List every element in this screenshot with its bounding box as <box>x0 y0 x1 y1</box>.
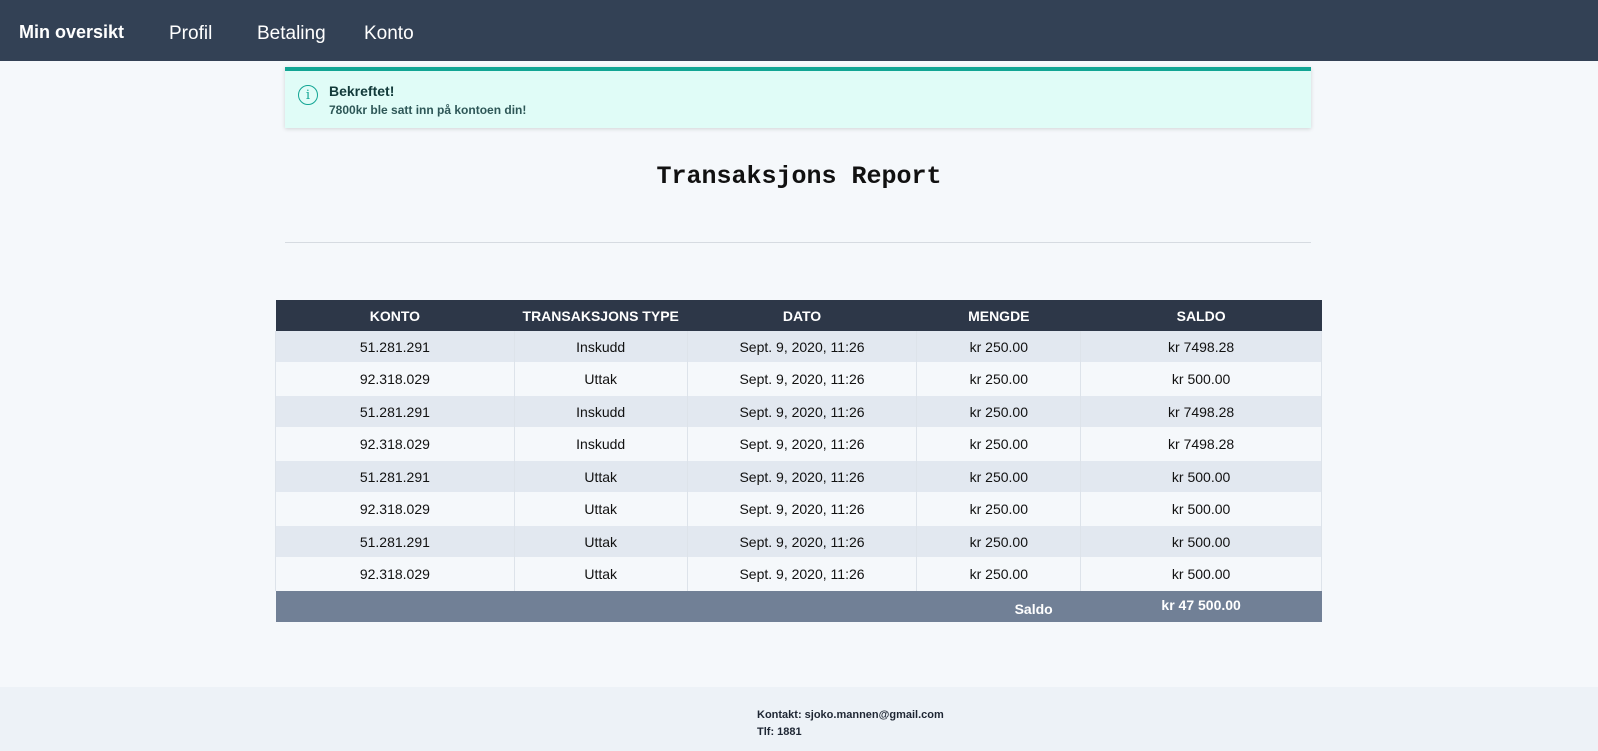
table-row: 51.281.291 Inskudd Sept. 9, 2020, 11:26 kr … <box>275 331 1322 362</box>
cell-dato: Sept. 9, 2020, 11:26 <box>686 461 918 492</box>
top-navbar: Min oversikt Profil Betaling Konto <box>0 0 1598 61</box>
total-row: Saldo kr 47 500.00 <box>275 591 1322 622</box>
cell-mengde: kr 250.00 <box>916 396 1082 427</box>
cell-type: Uttak <box>513 526 688 557</box>
cell-type: Uttak <box>513 557 688 591</box>
table-header: KONTO TRANSAKSJONS TYPE DATO MENGDE SALD… <box>275 300 1322 331</box>
nav-link-betaling[interactable]: Betaling <box>257 23 326 45</box>
cell-dato: Sept. 9, 2020, 11:26 <box>686 557 918 591</box>
cell-mengde: kr 250.00 <box>916 557 1082 591</box>
nav-link-konto[interactable]: Konto <box>364 23 414 45</box>
table-row: 51.281.291 Inskudd Sept. 9, 2020, 11:26 kr … <box>275 396 1322 427</box>
cell-dato: Sept. 9, 2020, 11:26 <box>686 526 918 557</box>
cell-type: Inskudd <box>513 396 688 427</box>
cell-konto: 92.318.029 <box>275 427 515 461</box>
table-row: 92.318.029 Uttak Sept. 9, 2020, 11:26 kr 25… <box>275 362 1322 396</box>
cell-saldo: kr 7498.28 <box>1080 396 1322 427</box>
cell-dato: Sept. 9, 2020, 11:26 <box>686 396 918 427</box>
table-row: 92.318.029 Inskudd Sept. 9, 2020, 11:26 kr … <box>275 427 1322 461</box>
page-title: Transaksjons Report <box>656 162 942 191</box>
cell-dato: Sept. 9, 2020, 11:26 <box>686 492 918 526</box>
header-row: KONTO TRANSAKSJONS TYPE DATO MENGDE SALD… <box>275 300 1322 331</box>
cell-konto: 92.318.029 <box>275 492 515 526</box>
cell-saldo: kr 500.00 <box>1080 362 1322 396</box>
cell-type: Uttak <box>513 362 688 396</box>
success-alert: i Bekreftet! 7800kr ble satt inn på kont… <box>285 67 1311 128</box>
column-header-dato: DATO <box>687 300 917 331</box>
cell-saldo: kr 7498.28 <box>1080 427 1322 461</box>
column-header-konto: KONTO <box>275 300 515 331</box>
brand-link[interactable]: Min oversikt <box>19 22 124 43</box>
cell-konto: 51.281.291 <box>275 526 515 557</box>
cell-mengde: kr 250.00 <box>916 526 1082 557</box>
cell-type: Uttak <box>513 492 688 526</box>
cell-mengde: kr 250.00 <box>916 492 1082 526</box>
total-label: Saldo <box>275 591 1081 622</box>
info-icon: i <box>298 85 318 105</box>
divider <box>285 242 1311 243</box>
cell-type: Inskudd <box>513 331 688 362</box>
table-body: 51.281.291 Inskudd Sept. 9, 2020, 11:26 kr … <box>275 331 1322 591</box>
cell-saldo: kr 500.00 <box>1080 526 1322 557</box>
cell-mengde: kr 250.00 <box>916 461 1082 492</box>
cell-type: Uttak <box>513 461 688 492</box>
nav-link-profil[interactable]: Profil <box>169 23 212 45</box>
column-header-saldo: SALDO <box>1080 300 1322 331</box>
cell-dato: Sept. 9, 2020, 11:26 <box>686 362 918 396</box>
cell-mengde: kr 250.00 <box>916 362 1082 396</box>
table-row: 92.318.029 Uttak Sept. 9, 2020, 11:26 kr 25… <box>275 492 1322 526</box>
cell-mengde: kr 250.00 <box>916 331 1082 362</box>
total-value: kr 47 500.00 <box>1080 591 1322 622</box>
cell-konto: 92.318.029 <box>275 362 515 396</box>
cell-dato: Sept. 9, 2020, 11:26 <box>686 331 918 362</box>
table-row: 51.281.291 Uttak Sept. 9, 2020, 11:26 kr 25… <box>275 526 1322 557</box>
cell-saldo: kr 500.00 <box>1080 492 1322 526</box>
transactions-table: KONTO TRANSAKSJONS TYPE DATO MENGDE SALD… <box>275 300 1322 622</box>
column-header-type: TRANSAKSJONS TYPE <box>514 300 688 331</box>
cell-konto: 51.281.291 <box>275 331 515 362</box>
cell-saldo: kr 500.00 <box>1080 557 1322 591</box>
cell-dato: Sept. 9, 2020, 11:26 <box>686 427 918 461</box>
cell-saldo: kr 500.00 <box>1080 461 1322 492</box>
table-row: 92.318.029 Uttak Sept. 9, 2020, 11:26 kr 25… <box>275 557 1322 591</box>
cell-konto: 51.281.291 <box>275 461 515 492</box>
cell-mengde: kr 250.00 <box>916 427 1082 461</box>
cell-saldo: kr 7498.28 <box>1080 331 1322 362</box>
alert-title: Bekreftet! <box>329 83 395 99</box>
alert-message: 7800kr ble satt inn på kontoen din! <box>329 103 527 117</box>
table-footer: Saldo kr 47 500.00 <box>275 591 1322 622</box>
cell-type: Inskudd <box>513 427 688 461</box>
page-footer: Kontakt: sjoko.mannen@gmail.com Tlf: 188… <box>0 687 1598 751</box>
cell-konto: 92.318.029 <box>275 557 515 591</box>
cell-konto: 51.281.291 <box>275 396 515 427</box>
table-row: 51.281.291 Uttak Sept. 9, 2020, 11:26 kr 25… <box>275 461 1322 492</box>
column-header-mengde: MENGDE <box>916 300 1081 331</box>
footer-contact: Kontakt: sjoko.mannen@gmail.com <box>757 709 944 721</box>
footer-phone: Tlf: 1881 <box>757 726 802 738</box>
